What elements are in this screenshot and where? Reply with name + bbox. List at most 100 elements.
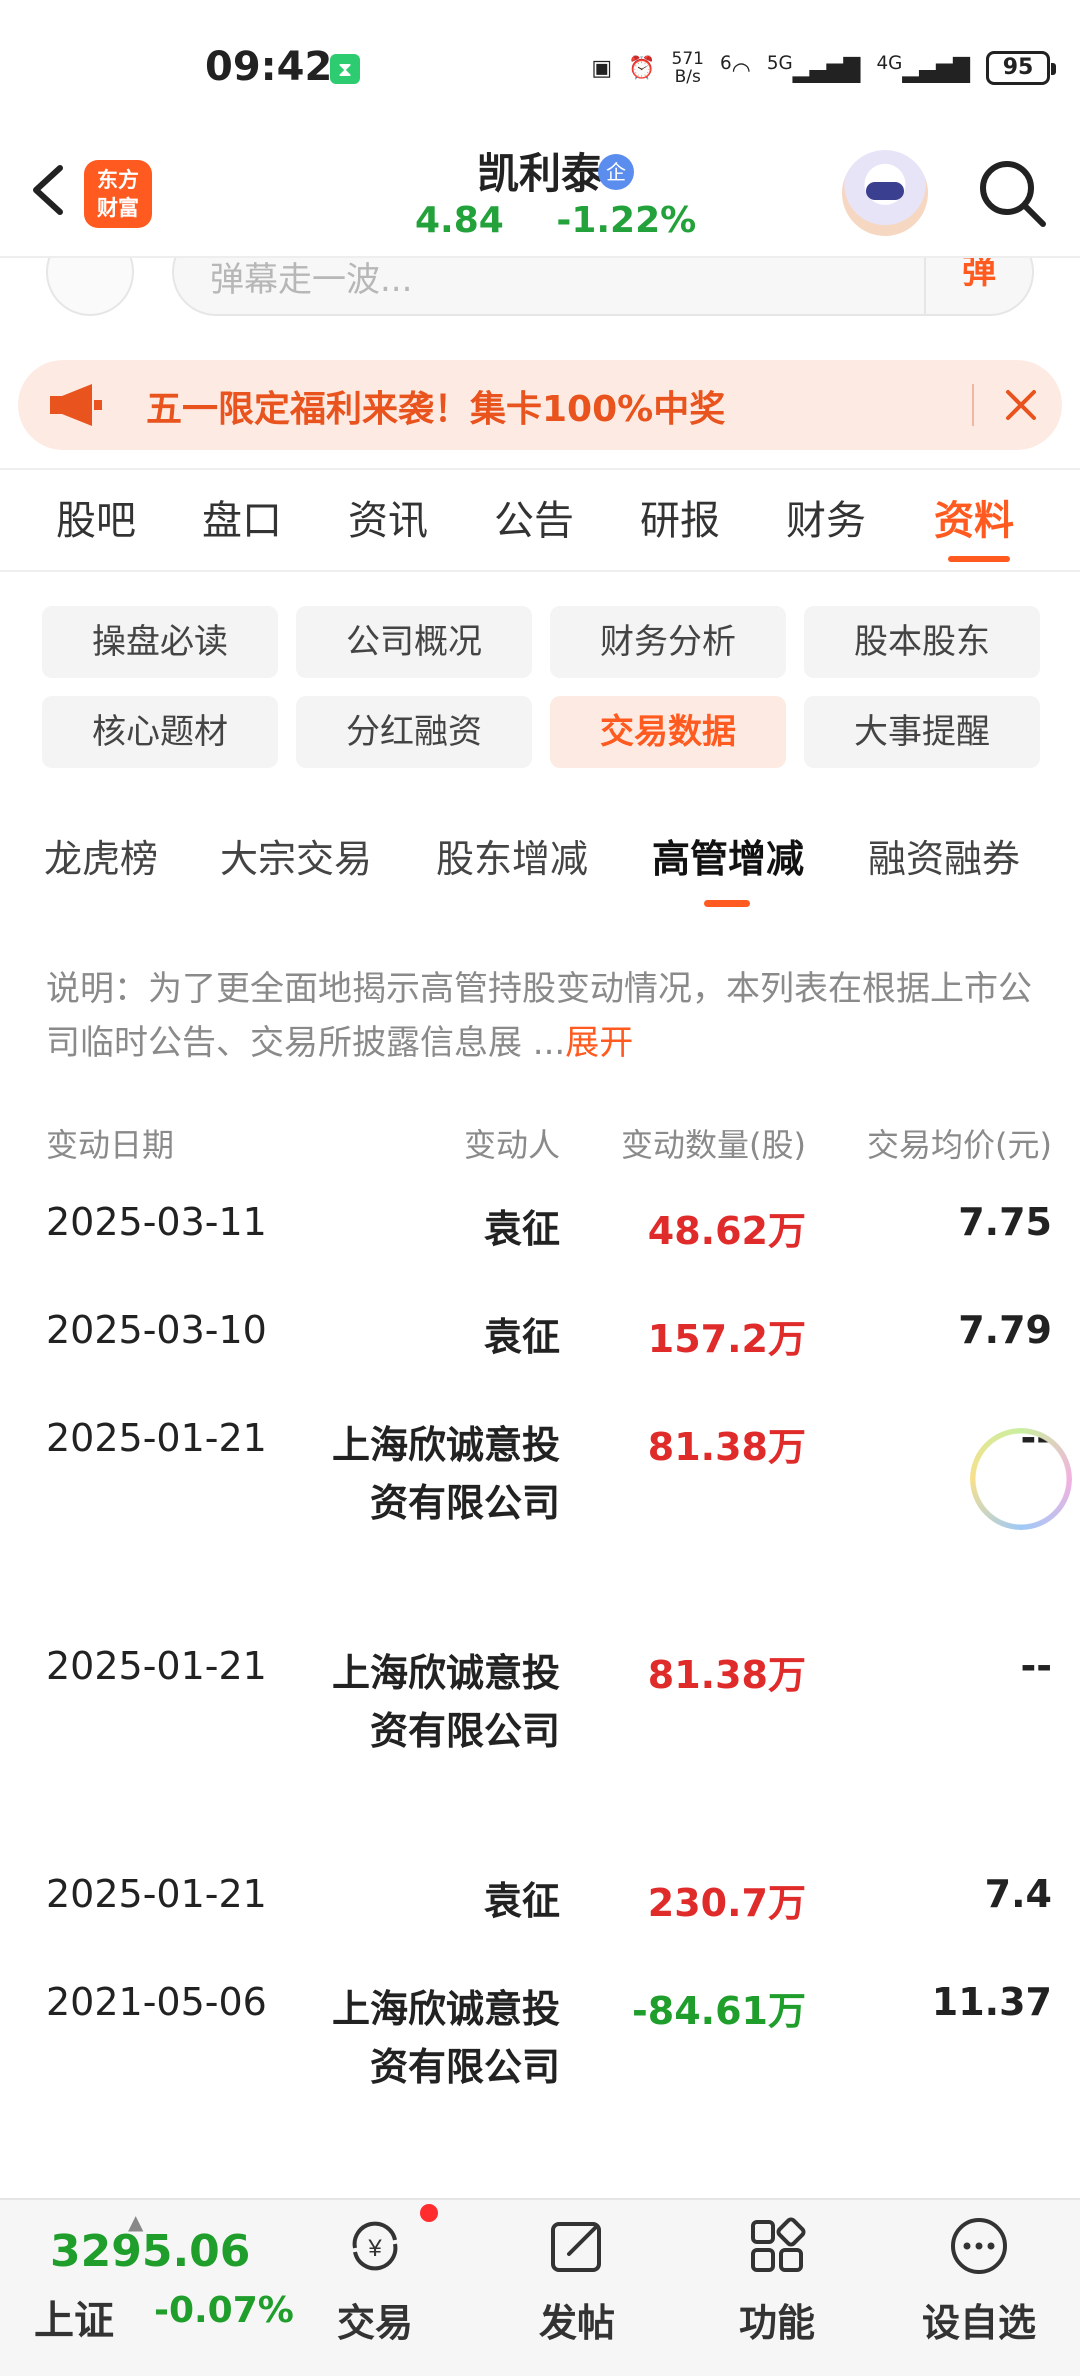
index-name[interactable]: 上证 bbox=[34, 2288, 114, 2346]
stock-change-pct: -1.22% bbox=[556, 200, 697, 241]
row-person: 上海欣诚意投资有限公司 bbox=[331, 1987, 560, 2089]
signal-4g-icon: 4G▂▄▆█ bbox=[876, 52, 970, 84]
notification-dot bbox=[420, 2204, 438, 2222]
stock-price: 4.84 bbox=[415, 200, 504, 241]
table-header: 变动日期 变动人 变动数量(股) 交易均价(元) bbox=[0, 1120, 1080, 1176]
nav-functions[interactable]: 功能 bbox=[702, 2214, 852, 2364]
row-qty: 81.38万 bbox=[647, 1425, 806, 1469]
index-change[interactable]: -0.07% bbox=[154, 2290, 294, 2331]
bottom-bar: ▲ 3295.06 上证 -0.07% ¥ 交易 发帖 功能 设自选 bbox=[0, 2198, 1080, 2376]
header-qty: 变动数量(股) bbox=[621, 1126, 806, 1164]
alarm-icon: ⏰ bbox=[628, 55, 656, 81]
row-person: 袁征 bbox=[483, 1315, 560, 1359]
row-qty: 230.7万 bbox=[647, 1881, 806, 1925]
price-row: 4.84 -1.22% bbox=[415, 200, 736, 241]
row-person: 上海欣诚意投资有限公司 bbox=[331, 1423, 560, 1525]
promo-separator bbox=[972, 384, 974, 426]
danmu-settings-icon[interactable] bbox=[46, 258, 134, 316]
search-icon[interactable] bbox=[975, 156, 1049, 230]
close-icon[interactable] bbox=[1000, 384, 1042, 426]
row-qty: -84.61万 bbox=[632, 1989, 806, 2033]
nav-add-watchlist[interactable]: 设自选 bbox=[904, 2214, 1054, 2364]
nav-post[interactable]: 发帖 bbox=[502, 2214, 652, 2364]
net-speed-value: 571 bbox=[671, 49, 704, 69]
hourglass-icon: ⧗ bbox=[330, 54, 360, 84]
row-person: 袁征 bbox=[483, 1207, 560, 1251]
stock-header: 东方 财富 凯利泰 企 4.84 -1.22% bbox=[0, 140, 1080, 258]
tab-research[interactable]: 研报 bbox=[640, 488, 720, 546]
back-arrow-icon[interactable] bbox=[24, 160, 74, 220]
row-date: 2025-01-21 bbox=[46, 1416, 267, 1460]
header-person: 变动人 bbox=[463, 1126, 560, 1164]
promo-banner[interactable]: 五一限定福利来袭！集卡100%中奖 bbox=[18, 360, 1062, 450]
row-person: 上海欣诚意投资有限公司 bbox=[331, 1651, 560, 1753]
danmu-placeholder: 弹幕走一波... bbox=[210, 260, 413, 300]
tab-announcements[interactable]: 公告 bbox=[494, 488, 574, 546]
row-price: -- bbox=[1020, 1644, 1052, 1688]
chip-company-overview[interactable]: 公司概况 bbox=[296, 606, 532, 678]
signal-4g-label: 4G bbox=[876, 52, 903, 74]
row-price: 11.37 bbox=[931, 1980, 1052, 2024]
signal-5g-icon: 5G▂▄▆█ bbox=[766, 52, 861, 84]
edit-icon bbox=[551, 2222, 601, 2272]
yuan-cycle-icon: ¥ bbox=[352, 2221, 398, 2271]
row-qty: 48.62万 bbox=[647, 1209, 806, 1253]
header-date: 变动日期 bbox=[46, 1126, 175, 1164]
chip-dividend-financing[interactable]: 分红融资 bbox=[296, 696, 532, 768]
chip-shareholders[interactable]: 股本股东 bbox=[804, 606, 1040, 678]
row-date: 2021-05-06 bbox=[46, 1980, 267, 2024]
app-logo[interactable]: 东方 财富 bbox=[84, 160, 152, 228]
tab-profile[interactable]: 资料 bbox=[934, 488, 1014, 546]
app-logo-line2: 财富 bbox=[97, 196, 139, 220]
nav-trade[interactable]: ¥ 交易 bbox=[300, 2214, 450, 2364]
chip-financial-analysis[interactable]: 财务分析 bbox=[550, 606, 786, 678]
subtab-active-indicator bbox=[704, 900, 750, 907]
header-divider bbox=[0, 256, 1080, 258]
subtab-block-trade[interactable]: 大宗交易 bbox=[220, 828, 372, 883]
promo-text: 五一限定福利来袭！集卡100%中奖 bbox=[146, 389, 726, 430]
robot-assistant-icon[interactable] bbox=[842, 150, 928, 236]
row-date: 2025-03-11 bbox=[46, 1200, 267, 1244]
net-speed-unit: B/s bbox=[674, 67, 701, 87]
tab-active-indicator bbox=[948, 556, 1010, 562]
tab-news[interactable]: 资讯 bbox=[348, 488, 428, 546]
danmu-input[interactable]: 弹幕走一波... 弹 bbox=[172, 258, 1034, 316]
description: 说明：为了更全面地揭示高管持股变动情况，本列表在根据上市公司临时公告、交易所披露… bbox=[46, 962, 1036, 1070]
nav-add-watchlist-label: 设自选 bbox=[921, 2301, 1036, 2345]
row-qty: 157.2万 bbox=[647, 1317, 806, 1361]
status-time: 09:42 bbox=[205, 44, 333, 90]
status-bar: 09:42 ⧗ ▣ ⏰ 571 B/s 6◠ 5G▂▄▆█ 4G▂▄▆█ 95 bbox=[0, 0, 1080, 140]
expand-link[interactable]: 展开 bbox=[565, 1023, 633, 1063]
nav-trade-label: 交易 bbox=[336, 2301, 413, 2345]
loading-spinner-icon bbox=[970, 1428, 1072, 1530]
chip-trading-must-read[interactable]: 操盘必读 bbox=[42, 606, 278, 678]
danmu-send-button[interactable]: 弹 bbox=[924, 258, 1032, 314]
wifi-icon: 6◠ bbox=[720, 52, 751, 84]
main-tabs: 股吧 盘口 资讯 公告 研报 财务 资料 bbox=[0, 488, 1080, 568]
subtab-executive-changes[interactable]: 高管增减 bbox=[652, 828, 804, 883]
header-price: 交易均价(元) bbox=[867, 1126, 1052, 1164]
nav-post-label: 发帖 bbox=[538, 2301, 615, 2345]
subtab-margin[interactable]: 融资融券 bbox=[868, 828, 1020, 883]
tabs-divider bbox=[0, 570, 1080, 572]
app-logo-line1: 东方 bbox=[97, 168, 139, 192]
tab-finance[interactable]: 财务 bbox=[786, 488, 866, 546]
row-price: 7.4 bbox=[984, 1872, 1052, 1916]
tab-guba[interactable]: 股吧 bbox=[56, 488, 136, 546]
grid-icon bbox=[751, 2217, 806, 2272]
subtab-dragon-tiger[interactable]: 龙虎榜 bbox=[44, 828, 158, 883]
megaphone-icon bbox=[50, 384, 102, 426]
chip-core-themes[interactable]: 核心题材 bbox=[42, 696, 278, 768]
row-qty: 81.38万 bbox=[647, 1653, 806, 1697]
chip-events[interactable]: 大事提醒 bbox=[804, 696, 1040, 768]
row-price: 7.79 bbox=[958, 1308, 1052, 1352]
wifi-label: 6 bbox=[720, 52, 732, 74]
subtab-holder-changes[interactable]: 股东增减 bbox=[436, 828, 588, 883]
nfc-icon: ▣ bbox=[591, 55, 613, 81]
tab-pankou[interactable]: 盘口 bbox=[202, 488, 282, 546]
index-value[interactable]: 3295.06 bbox=[50, 2226, 250, 2277]
row-person: 袁征 bbox=[483, 1879, 560, 1923]
row-price: 7.75 bbox=[958, 1200, 1052, 1244]
nav-functions-label: 功能 bbox=[738, 2301, 815, 2345]
chip-trading-data[interactable]: 交易数据 bbox=[550, 696, 786, 768]
